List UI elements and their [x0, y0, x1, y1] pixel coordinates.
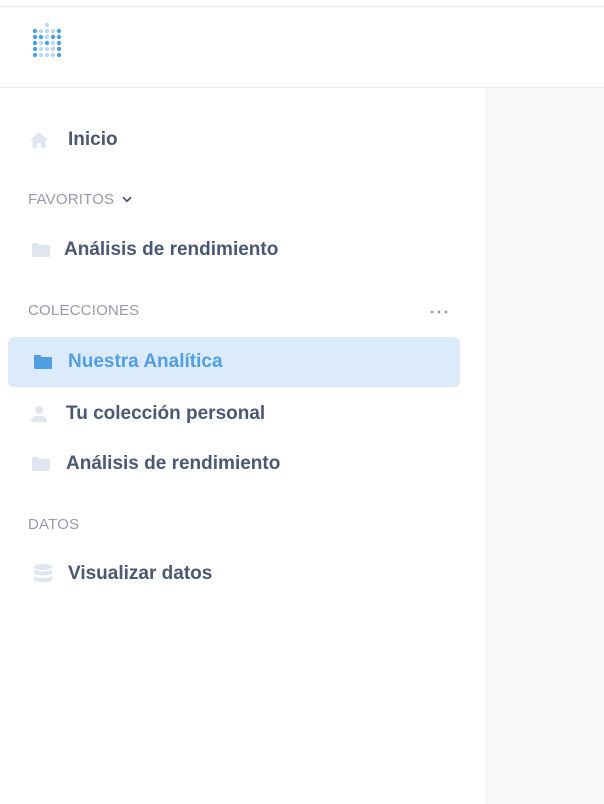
sidebar-item-browse-data[interactable]: Visualizar datos [8, 549, 460, 599]
sidebar-item-favorite-analisis[interactable]: Análisis de rendimiento [8, 225, 460, 275]
sidebar-item-personal-collection[interactable]: Tu colección personal [8, 389, 460, 439]
sidebar-item-label: Nuestra Analítica [68, 351, 223, 372]
sidebar-item-label: Visualizar datos [68, 563, 213, 584]
sidebar-item-analisis-rendimiento[interactable]: Análisis de rendimiento [8, 439, 460, 489]
folder-icon [30, 239, 52, 261]
sidebar-item-nuestra-analitica[interactable]: Nuestra Analítica [8, 337, 460, 387]
sidebar-item-label: Análisis de rendimiento [64, 239, 279, 260]
collections-section-title: COLECCIONES [28, 302, 140, 319]
folder-icon [30, 453, 52, 475]
metabase-logo-icon [32, 22, 62, 58]
sidebar-item-label: Tu colección personal [66, 403, 266, 424]
database-icon [32, 563, 54, 585]
chevron-down-icon [122, 196, 132, 203]
top-nav-bar [0, 7, 604, 88]
sidebar-item-label: Análisis de rendimiento [66, 453, 281, 474]
home-icon [28, 129, 50, 151]
folder-icon [32, 351, 54, 373]
main-content-area [487, 88, 604, 804]
metabase-logo[interactable] [30, 22, 70, 69]
sidebar-item-label: Inicio [68, 129, 118, 150]
favorites-section-header[interactable]: FAVORITOS [28, 191, 132, 208]
sidebar: Inicio FAVORITOS Análisis de rendimiento… [0, 88, 487, 804]
data-section-title: DATOS [28, 516, 80, 533]
ellipsis-icon[interactable] [428, 305, 450, 319]
person-icon [28, 403, 50, 425]
sidebar-item-home[interactable]: Inicio [8, 115, 460, 165]
favorites-section-title: FAVORITOS [28, 191, 115, 208]
